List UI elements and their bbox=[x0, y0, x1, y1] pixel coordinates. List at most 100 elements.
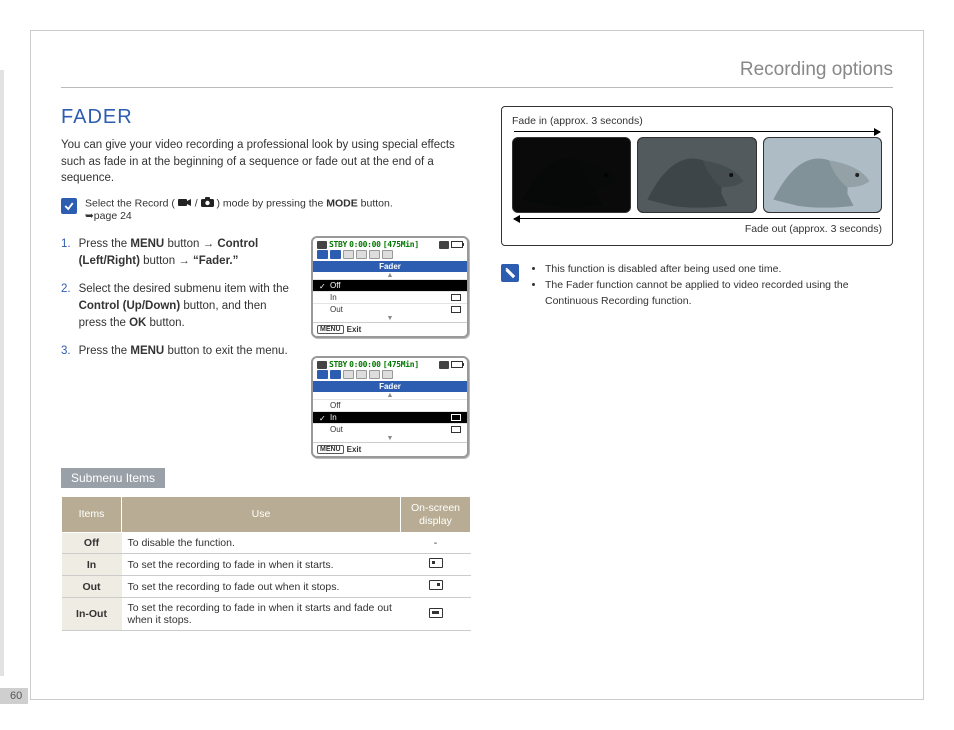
osd-in-icon bbox=[429, 558, 443, 568]
table-row: OffTo disable the function.- bbox=[62, 533, 471, 554]
lcd-time: 0:00:00 bbox=[349, 360, 381, 369]
lcd-mini-icon bbox=[369, 370, 380, 379]
steps-list: 1.Press the MENU button → Control (Left/… bbox=[61, 236, 297, 372]
cell-display bbox=[401, 554, 471, 576]
table-row: In-OutTo set the recording to fade in wh… bbox=[62, 598, 471, 631]
cell-use: To set the recording to fade in when it … bbox=[122, 598, 401, 631]
lcd-mini-icon bbox=[356, 370, 367, 379]
lcd-row-label: Off bbox=[330, 401, 341, 410]
table-row: OutTo set the recording to fade out when… bbox=[62, 576, 471, 598]
info-notes: This function is disabled after being us… bbox=[501, 262, 893, 309]
step-number: 2. bbox=[61, 281, 71, 331]
lcd-bottom-bar: MENUExit bbox=[313, 442, 467, 456]
lcd-menu-row: Off bbox=[313, 399, 467, 411]
lcd-row-label: Off bbox=[330, 281, 341, 290]
section-intro: You can give your video recording a prof… bbox=[61, 137, 471, 187]
card-icon bbox=[439, 241, 449, 249]
lcd-status-bar: STBY 0:00:00 [475Min] bbox=[313, 358, 467, 370]
cell-item: Off bbox=[62, 533, 122, 554]
lcd-mini-icon bbox=[317, 250, 328, 259]
mode-note-prefix: Select the Record ( bbox=[85, 197, 175, 209]
lcd-menu-btn: MENU bbox=[317, 325, 344, 334]
lcd-screenshot: STBY 0:00:00 [475Min]Fader▲OffInOut▼MENU… bbox=[311, 236, 469, 338]
camcorder-icon bbox=[317, 361, 327, 369]
table-row: InTo set the recording to fade in when i… bbox=[62, 554, 471, 576]
lcd-menu-row: Off bbox=[313, 279, 467, 291]
submenu-table: Items Use On-screen display OffTo disabl… bbox=[61, 496, 471, 631]
lcd-status: STBY bbox=[329, 240, 347, 249]
step-item: 3. Press the MENU button to exit the menu… bbox=[61, 343, 297, 360]
lcd-icon-row bbox=[313, 370, 467, 381]
mode-note: Select the Record ( / ) mode by pressing… bbox=[61, 197, 471, 222]
osd-out-icon bbox=[429, 580, 443, 590]
lcd-menu-row: Out bbox=[313, 303, 467, 315]
lcd-mini-icon bbox=[317, 370, 328, 379]
lcd-menu-btn: MENU bbox=[317, 445, 344, 454]
lcd-mini-icon bbox=[356, 250, 367, 259]
mode-note-mode: MODE bbox=[326, 197, 358, 209]
cell-item: Out bbox=[62, 576, 122, 598]
cell-item: In-Out bbox=[62, 598, 122, 631]
step-number: 1. bbox=[61, 236, 71, 269]
lcd-screenshot: STBY 0:00:00 [475Min]Fader▲OffInOut▼MENU… bbox=[311, 356, 469, 458]
lcd-row-label: Out bbox=[330, 305, 343, 314]
note-icon bbox=[501, 264, 519, 282]
lcd-menu-title: Fader bbox=[313, 381, 467, 392]
lcd-exit-label: Exit bbox=[347, 325, 362, 334]
fade-thumbnail bbox=[512, 137, 631, 213]
lcd-check-icon bbox=[319, 402, 326, 409]
step-item: 2.Select the desired submenu item with t… bbox=[61, 281, 297, 331]
cell-display: - bbox=[401, 533, 471, 554]
battery-icon bbox=[451, 361, 463, 368]
lcd-menu-title: Fader bbox=[313, 261, 467, 272]
lcd-check-icon bbox=[319, 426, 326, 433]
check-icon bbox=[61, 198, 77, 214]
lcd-row-indicator-icon bbox=[451, 294, 461, 301]
mode-note-suffix2: button. bbox=[361, 197, 393, 209]
cell-display bbox=[401, 598, 471, 631]
camera-icon bbox=[201, 197, 214, 210]
cell-use: To set the recording to fade out when it… bbox=[122, 576, 401, 598]
lcd-status-bar: STBY 0:00:00 [475Min] bbox=[313, 238, 467, 250]
lcd-remain: [475Min] bbox=[383, 240, 419, 249]
lcd-row-indicator-icon bbox=[451, 414, 461, 421]
cell-use: To disable the function. bbox=[122, 533, 401, 554]
lcd-check-icon bbox=[319, 294, 326, 301]
lcd-mini-icon bbox=[369, 250, 380, 259]
page-frame: Recording options FADER You can give you… bbox=[30, 30, 924, 700]
camcorder-icon bbox=[178, 198, 192, 210]
lcd-mini-icon bbox=[382, 250, 393, 259]
page-header: Recording options bbox=[61, 59, 893, 88]
step-text: Press the MENU button to exit the menu. bbox=[79, 343, 288, 360]
step-text: Press the MENU button → Control (Left/Ri… bbox=[79, 236, 297, 269]
lcd-check-icon bbox=[319, 414, 326, 421]
lcd-status: STBY bbox=[329, 360, 347, 369]
step-number: 3. bbox=[61, 343, 71, 360]
fade-thumbnail bbox=[763, 137, 882, 213]
lcd-icon-row bbox=[313, 250, 467, 261]
th-use: Use bbox=[122, 497, 401, 533]
cell-display bbox=[401, 576, 471, 598]
lcd-mini-icon bbox=[343, 250, 354, 259]
lcd-menu-row: In bbox=[313, 291, 467, 303]
lcd-menu-row: In bbox=[313, 411, 467, 423]
lcd-menu-row: Out bbox=[313, 423, 467, 435]
lcd-check-icon bbox=[319, 282, 326, 289]
lcd-time: 0:00:00 bbox=[349, 240, 381, 249]
lcd-mini-icon bbox=[330, 370, 341, 379]
osd-inout-icon bbox=[429, 608, 443, 618]
side-stripe bbox=[0, 70, 4, 676]
th-display: On-screen display bbox=[401, 497, 471, 533]
fade-out-label: Fade out (approx. 3 seconds) bbox=[512, 223, 882, 235]
lcd-row-indicator-icon bbox=[451, 426, 461, 433]
fade-diagram: Fade in (approx. 3 seconds) Fade out (ap… bbox=[501, 106, 893, 246]
lcd-row-label: In bbox=[330, 413, 337, 422]
step-item: 1.Press the MENU button → Control (Left/… bbox=[61, 236, 297, 269]
note-item: This function is disabled after being us… bbox=[545, 262, 893, 278]
camcorder-icon bbox=[317, 241, 327, 249]
lcd-remain: [475Min] bbox=[383, 360, 419, 369]
fade-in-label: Fade in (approx. 3 seconds) bbox=[512, 115, 882, 127]
lcd-check-icon bbox=[319, 306, 326, 313]
mode-note-suffix: ) mode by pressing the bbox=[217, 197, 327, 209]
step-text: Select the desired submenu item with the… bbox=[79, 281, 297, 331]
